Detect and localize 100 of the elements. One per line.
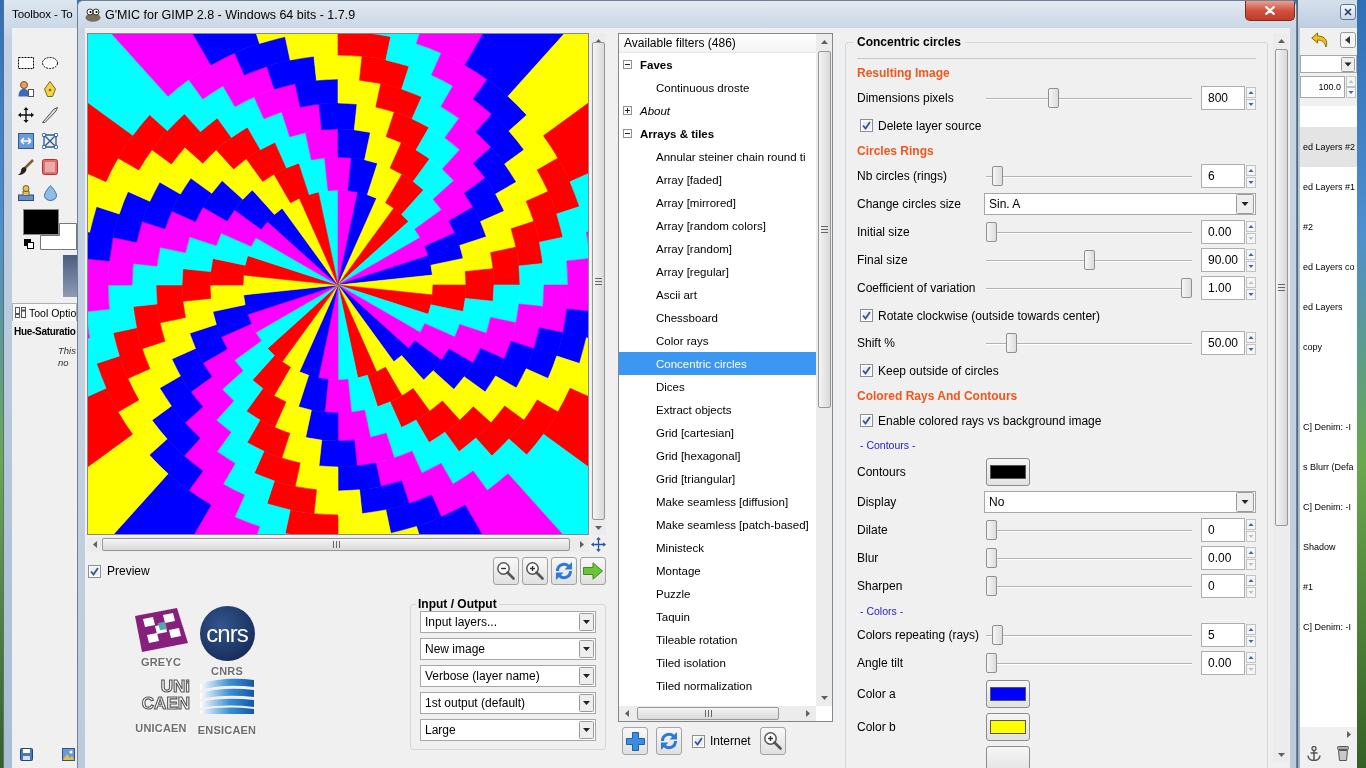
collapse-icon[interactable]: [623, 129, 632, 138]
tree-item[interactable]: Grid [cartesian]: [619, 421, 816, 444]
refresh-button[interactable]: [656, 727, 682, 755]
tree-item[interactable]: Ascii art: [619, 283, 816, 306]
tree-item[interactable]: About: [619, 99, 816, 122]
tree-item[interactable]: Annular steiner chain round ti: [619, 145, 816, 168]
slider-thumb[interactable]: [986, 653, 997, 673]
zoom-in-button[interactable]: [522, 557, 548, 585]
tree-item[interactable]: Taquin: [619, 605, 816, 628]
collapse-icon[interactable]: [623, 60, 632, 69]
dropdown[interactable]: Large: [420, 719, 596, 741]
add-button[interactable]: [622, 727, 648, 755]
spin-down-icon[interactable]: [1246, 98, 1256, 110]
tree-item[interactable]: Array [regular]: [619, 260, 816, 283]
tree-item[interactable]: Array [faded]: [619, 168, 816, 191]
checkbox[interactable]: [860, 119, 873, 132]
tree-item[interactable]: Array [mirrored]: [619, 191, 816, 214]
tree-item[interactable]: Make seamless [patch-based]: [619, 513, 816, 536]
tree-item[interactable]: Grid [triangular]: [619, 467, 816, 490]
dropdown[interactable]: New image: [420, 638, 596, 660]
tree-item[interactable]: Grid [hexagonal]: [619, 444, 816, 467]
number-field[interactable]: 800: [1201, 86, 1245, 110]
spin-up-icon[interactable]: [1246, 86, 1256, 98]
scrollbar-thumb[interactable]: [817, 51, 831, 408]
tab[interactable]: Tool Optio: [12, 303, 77, 321]
tree-item[interactable]: Faves: [619, 53, 816, 76]
spin-up-icon[interactable]: [1246, 651, 1256, 663]
number-field[interactable]: 1.00: [1201, 276, 1245, 300]
stamp-icon[interactable]: [18, 185, 34, 201]
tree-item[interactable]: Array [random colors]: [619, 214, 816, 237]
pen-nib-icon[interactable]: [44, 81, 56, 97]
scroll-right-icon[interactable]: [1347, 730, 1351, 738]
spin-down-icon[interactable]: [1246, 635, 1256, 647]
pencil-icon[interactable]: [42, 107, 58, 123]
scroll-down-icon[interactable]: [820, 696, 828, 700]
foreground-color-swatch[interactable]: [23, 209, 59, 235]
tree-item[interactable]: Make seamless [diffusion]: [619, 490, 816, 513]
dashed-rectangle-icon[interactable]: [18, 57, 34, 69]
dropdown[interactable]: No: [984, 491, 1256, 513]
checkbox[interactable]: [88, 564, 101, 578]
number-field[interactable]: 0.00: [1201, 546, 1245, 570]
number-field[interactable]: 100.0: [1300, 76, 1345, 98]
close-button[interactable]: [1245, 1, 1295, 21]
tree-item[interactable]: Tiled isolation: [619, 651, 816, 674]
slider-thumb[interactable]: [986, 222, 997, 242]
spin-down-icon[interactable]: [1246, 288, 1256, 300]
zoom-button[interactable]: [759, 727, 786, 755]
scroll-left-icon[interactable]: [92, 541, 97, 548]
number-field[interactable]: 6: [1201, 164, 1245, 188]
scroll-right-icon[interactable]: [579, 541, 584, 548]
spin-up-icon[interactable]: [1246, 518, 1256, 530]
scroll-right-icon[interactable]: [806, 710, 810, 717]
tree-item[interactable]: Tiled normalization: [619, 674, 816, 697]
scroll-left-icon[interactable]: [625, 710, 629, 717]
scrollbar-thumb[interactable]: [592, 42, 605, 520]
nodes-icon[interactable]: [42, 133, 58, 149]
brush-icon[interactable]: [18, 159, 34, 175]
move-icon[interactable]: [591, 537, 606, 552]
tree-item[interactable]: Chessboard: [619, 306, 816, 329]
number-field[interactable]: 0: [1201, 574, 1245, 598]
spin-down-icon[interactable]: [1346, 87, 1356, 98]
undo-icon[interactable]: [1311, 32, 1329, 48]
picture-icon[interactable]: [62, 747, 75, 761]
background-color-swatch[interactable]: [40, 223, 77, 250]
number-field[interactable]: 0.00: [1201, 220, 1245, 244]
slider-thumb[interactable]: [991, 166, 1003, 186]
box-arrows-icon[interactable]: [18, 133, 34, 149]
dropdown[interactable]: 1st output (default): [420, 692, 596, 714]
number-field[interactable]: 0: [1201, 518, 1245, 542]
color-button[interactable]: [986, 457, 1030, 486]
tree-item[interactable]: Montage: [619, 559, 816, 582]
slider-thumb[interactable]: [986, 576, 997, 596]
square-icon[interactable]: [42, 159, 58, 175]
scroll-up-icon[interactable]: [820, 40, 828, 44]
color-button[interactable]: [986, 712, 1030, 741]
dropdown[interactable]: Verbose (layer name): [420, 665, 596, 687]
default-colors-icon[interactable]: [24, 239, 34, 249]
slider-thumb[interactable]: [986, 520, 997, 540]
spin-up-icon[interactable]: [1246, 574, 1256, 586]
spin-up-icon[interactable]: [1246, 623, 1256, 635]
dropdown[interactable]: Sin. A: [984, 193, 1256, 215]
number-field[interactable]: 50.00: [1201, 331, 1245, 355]
slider-thumb[interactable]: [1181, 278, 1192, 298]
scroll-up-icon[interactable]: [1277, 39, 1285, 43]
scroll-down-icon[interactable]: [1277, 753, 1285, 757]
person-icon[interactable]: [18, 81, 34, 97]
color-button[interactable]: [986, 679, 1030, 708]
layer-row[interactable]: C] Denim: -I: [1300, 407, 1357, 447]
scrollbar-thumb[interactable]: [1274, 49, 1288, 526]
anchor-icon[interactable]: [1307, 745, 1321, 761]
checkbox[interactable]: [860, 364, 873, 377]
refresh-button[interactable]: [551, 557, 577, 585]
slider-thumb[interactable]: [1083, 250, 1095, 270]
slider-thumb[interactable]: [1048, 88, 1060, 108]
tree-item[interactable]: Color rays: [619, 329, 816, 352]
checkbox[interactable]: [860, 414, 873, 427]
layer-row[interactable]: ed Layers: [1300, 287, 1357, 327]
close-button[interactable]: [1340, 4, 1356, 20]
layer-row[interactable]: #1: [1300, 567, 1357, 607]
layer-row[interactable]: s Blurr (Defa: [1300, 447, 1357, 487]
